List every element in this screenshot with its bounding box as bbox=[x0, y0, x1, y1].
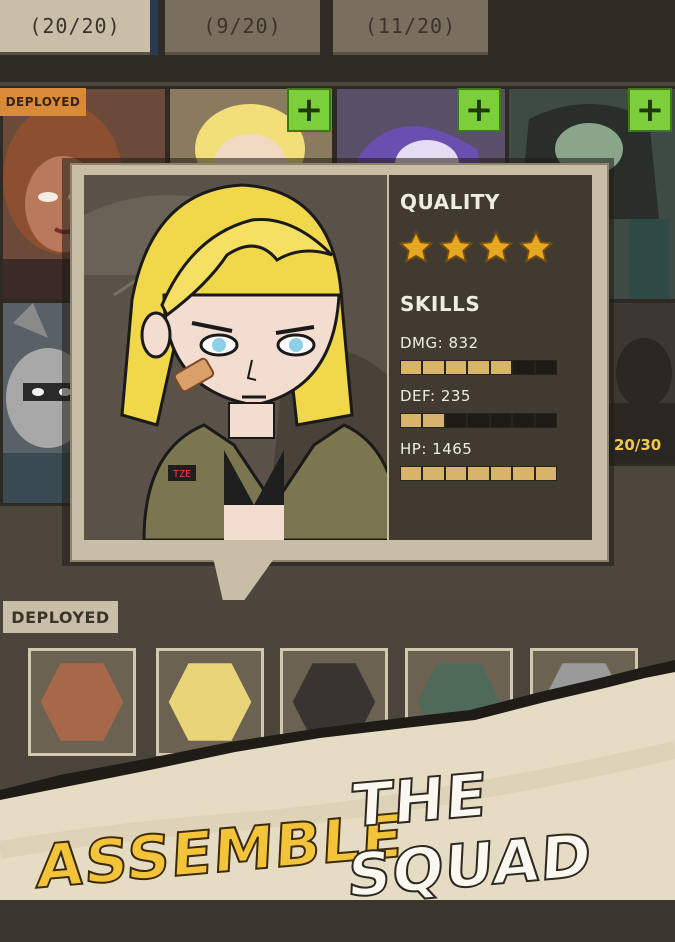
quality-star-icon bbox=[518, 230, 554, 264]
stat-bar-segment bbox=[490, 414, 512, 427]
stat-def-label: DEF: 235 bbox=[400, 387, 471, 405]
skills-title: SKILLS bbox=[400, 292, 481, 316]
quality-stars bbox=[398, 230, 554, 266]
quality-star-icon bbox=[438, 230, 474, 264]
stat-bar-segment bbox=[513, 414, 534, 427]
stat-dmg-bar bbox=[400, 360, 557, 375]
quality-star-icon bbox=[398, 230, 434, 264]
jacket-patch-text: TZE bbox=[173, 469, 191, 480]
stat-bar-segment bbox=[468, 467, 489, 480]
tab-all-heroes[interactable]: (20/20) bbox=[0, 0, 150, 55]
stat-bar-segment bbox=[535, 414, 556, 427]
add-hero-button[interactable]: + bbox=[628, 88, 672, 132]
stat-bar-segment bbox=[535, 467, 556, 480]
stat-dmg-label: DMG: 832 bbox=[400, 334, 479, 352]
deployed-label: DEPLOYED bbox=[3, 601, 118, 633]
hero-portrait-blonde: TZE bbox=[84, 175, 387, 540]
stat-bar-segment bbox=[423, 467, 444, 480]
stat-bar-segment bbox=[513, 361, 534, 374]
stat-bar-segment bbox=[468, 361, 489, 374]
stat-bar-segment bbox=[445, 414, 467, 427]
stat-bar-segment bbox=[445, 467, 467, 480]
tab-group-three[interactable]: (11/20) bbox=[333, 0, 488, 55]
quality-star-icon bbox=[478, 230, 514, 264]
stat-bar-segment bbox=[401, 414, 422, 427]
deployed-tag: DEPLOYED bbox=[0, 88, 86, 116]
stat-hp-label: HP: 1465 bbox=[400, 440, 473, 458]
stat-bar-segment bbox=[535, 361, 556, 374]
hero-count-label: 20/30 bbox=[614, 436, 662, 454]
stat-bar-segment bbox=[423, 361, 444, 374]
stat-bar-segment bbox=[445, 361, 467, 374]
hero-portrait-panel: TZE bbox=[84, 175, 387, 540]
stat-bar-segment bbox=[401, 467, 422, 480]
stat-bar-segment bbox=[490, 361, 512, 374]
tab-divider bbox=[150, 0, 158, 55]
add-hero-button[interactable]: + bbox=[457, 88, 501, 132]
tab-group-two[interactable]: (9/20) bbox=[165, 0, 320, 55]
stat-def-bar bbox=[400, 413, 557, 428]
quality-title: QUALITY bbox=[400, 190, 500, 214]
add-hero-button[interactable]: + bbox=[287, 88, 331, 132]
stat-bar-segment bbox=[468, 414, 489, 427]
stat-bar-segment bbox=[490, 467, 512, 480]
banner-word-the-squad: THE SQUAD bbox=[345, 759, 595, 912]
stat-bar-segment bbox=[401, 361, 422, 374]
stat-hp-bar bbox=[400, 466, 557, 481]
stat-bar-segment bbox=[513, 467, 534, 480]
stat-bar-segment bbox=[423, 414, 444, 427]
